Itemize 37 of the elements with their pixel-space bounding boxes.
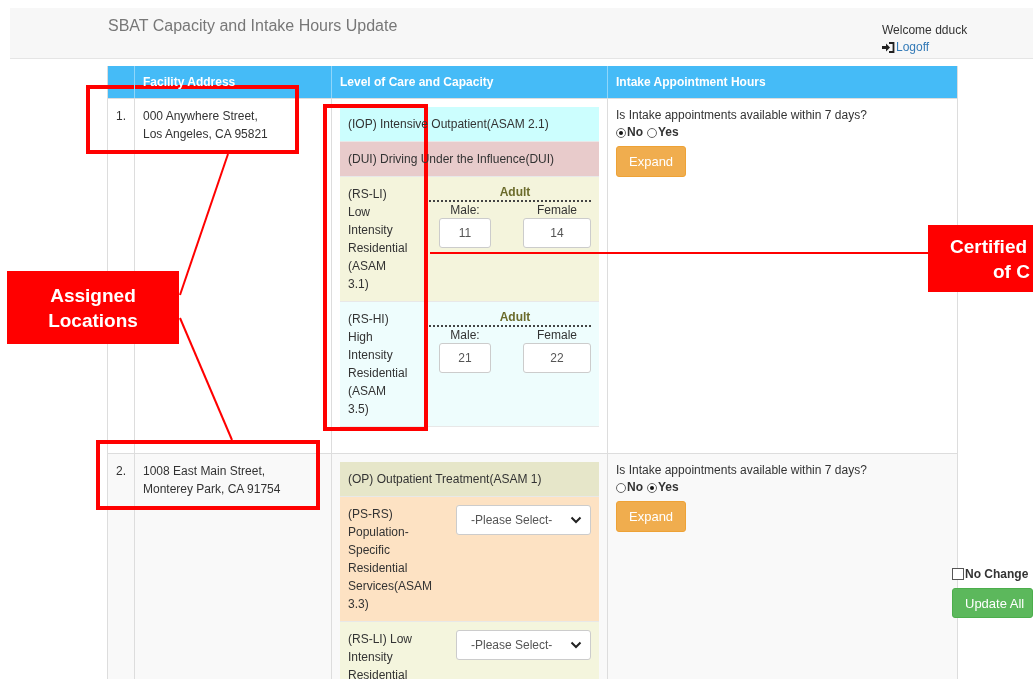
row-number: 2. <box>115 463 127 480</box>
care-level-name: (RS-LI) Low Intensity Residential (ASAM 3.1) <box>348 186 408 293</box>
no-changes-checkbox[interactable]: No Change <box>952 567 1029 581</box>
radio-option[interactable]: No <box>616 124 643 141</box>
group-label: Adult <box>429 185 591 202</box>
care-level-name: (OP) Outpatient Treatment(ASAM 1) <box>348 471 542 488</box>
intake-question: Is Intake appointments available within 7 days? <box>616 107 867 124</box>
column-header: Level of Care and Capacity <box>331 66 607 98</box>
intake-question: Is Intake appointments available within 7 days? <box>616 462 867 479</box>
login-icon <box>882 42 895 53</box>
male-label: Male: <box>450 202 480 218</box>
group-label: Adult <box>429 310 591 327</box>
female-capacity-field[interactable]: 22 <box>523 343 591 373</box>
facility-address: 000 Anywhere Street, Los Angeles, CA 95821 <box>143 109 268 141</box>
select-dropdown[interactable]: -Please Select- <box>456 505 591 535</box>
callout-label: Certified of C <box>928 225 1033 292</box>
chevron-down-icon <box>570 641 582 649</box>
welcome-text: Welcome dduck <box>882 22 968 39</box>
female-label: Female <box>537 327 577 343</box>
radio-option[interactable]: Yes <box>647 479 679 496</box>
male-label: Male: <box>450 327 480 343</box>
select-dropdown[interactable]: -Please Select- <box>456 630 591 660</box>
care-level-name: (PS-RS) Population-Specific Residential Services(ASAM 3.3) <box>348 506 434 613</box>
page-title: SBAT Capacity and Intake Hours Update <box>107 16 399 36</box>
female-capacity-field[interactable]: 14 <box>523 218 591 248</box>
logoff-link[interactable]: Logoff <box>882 39 930 56</box>
facility-address: 1008 East Main Street, Monterey Park, CA 91754 <box>143 464 281 496</box>
care-level-name: (RS-HI) High Intensity Residential (ASAM 3.5) <box>348 311 408 418</box>
chevron-down-icon <box>570 516 582 524</box>
male-capacity-field[interactable]: 11 <box>439 218 491 248</box>
callout-label: Assigned Locations <box>7 271 179 344</box>
male-capacity-field[interactable]: 21 <box>439 343 491 373</box>
column-header: Intake Appointment Hours <box>607 66 957 98</box>
care-level-name: (RS-LI) Low Intensity Residential <box>348 631 413 679</box>
radio-option[interactable]: No <box>616 479 643 496</box>
radio-option[interactable]: Yes <box>647 124 679 141</box>
female-label: Female <box>537 202 577 218</box>
